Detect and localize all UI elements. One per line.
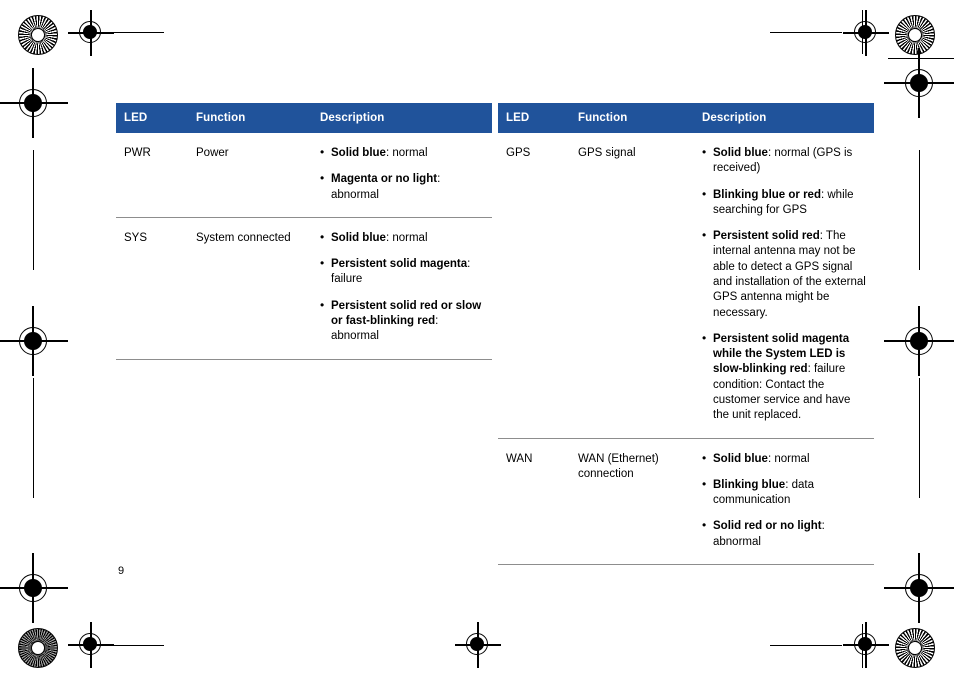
right-column: LED Function Description GPS GPS signal … xyxy=(498,103,874,565)
cell-led: WAN xyxy=(498,438,578,565)
fold-line-left-upper xyxy=(33,150,35,270)
page-number: 9 xyxy=(118,565,125,577)
trim-line-vert-bc xyxy=(477,624,479,668)
trim-line-top-right xyxy=(770,32,842,34)
registration-cross-right-bottom xyxy=(884,553,954,623)
list-item: Solid blue: normal xyxy=(320,230,486,246)
column-header-led: LED xyxy=(498,103,578,133)
list-item: Blinking blue: data communication xyxy=(702,477,868,509)
table-row: SYS System connected Solid blue: normal … xyxy=(116,217,492,360)
cell-led: GPS xyxy=(498,133,578,439)
item-term: Blinking blue xyxy=(713,478,786,491)
cell-description: Solid blue: normal (GPS is received) Bli… xyxy=(702,133,874,439)
registration-cross-left-top xyxy=(0,68,68,138)
registration-target-top-left xyxy=(18,15,58,55)
registration-cross-left-bottom xyxy=(0,553,68,623)
registration-target-bottom-right xyxy=(895,628,935,668)
table-row: WAN WAN (Ethernet) connection Solid blue… xyxy=(498,438,874,565)
cell-description: Solid blue: normal Magenta or no light: … xyxy=(320,133,492,218)
fold-line-left-lower xyxy=(33,378,35,498)
list-item: Persistent solid magenta: failure xyxy=(320,256,486,288)
fold-line-right-upper xyxy=(919,150,921,270)
column-header-led: LED xyxy=(116,103,196,133)
list-item: Solid blue: normal xyxy=(702,450,868,467)
table-header-right: LED Function Description xyxy=(498,103,874,133)
crop-mark-top-right xyxy=(843,10,889,56)
trim-line-vert-bl xyxy=(90,624,92,668)
description-list: Solid blue: normal Magenta or no light: … xyxy=(320,145,486,203)
item-term: Solid blue xyxy=(713,452,768,465)
trim-line-bottom-right xyxy=(770,645,842,647)
list-item: Solid red or no light: abnormal xyxy=(702,518,868,550)
list-item: Persistent solid red: The internal anten… xyxy=(702,228,868,321)
cell-led: SYS xyxy=(116,217,196,360)
table-header-row: LED Function Description xyxy=(116,103,492,133)
cell-function: Power xyxy=(196,133,320,218)
trim-line-vert-tr xyxy=(862,10,864,54)
column-header-function: Function xyxy=(578,103,702,133)
trim-line-bottom-left xyxy=(92,645,164,647)
led-status-table-left: LED Function Description PWR Power Solid… xyxy=(116,103,492,360)
item-detail: : normal xyxy=(385,231,428,244)
registration-cross-right-middle xyxy=(884,306,954,376)
item-detail: : The internal antenna may not be able t… xyxy=(713,230,866,319)
list-item: Persistent solid red or slow or fast-bli… xyxy=(320,298,486,345)
trim-line-right-top xyxy=(888,58,954,60)
list-item: Solid blue: normal xyxy=(320,145,486,161)
column-header-function: Function xyxy=(196,103,320,133)
list-item: Blinking blue or red: while searching fo… xyxy=(702,187,868,219)
cell-function: System connected xyxy=(196,217,320,360)
description-list: Solid blue: normal (GPS is received) Bli… xyxy=(702,145,868,424)
registration-target-bottom-left xyxy=(18,628,58,668)
item-term: Solid blue xyxy=(713,147,768,159)
printed-page: LED Function Description PWR Power Solid… xyxy=(0,0,954,682)
table-row: GPS GPS signal Solid blue: normal (GPS i… xyxy=(498,133,874,439)
cell-description: Solid blue: normal Blinking blue: data c… xyxy=(702,438,874,565)
fold-line-right-lower xyxy=(919,378,921,498)
list-item: Magenta or no light: abnormal xyxy=(320,171,486,203)
table-header-row: LED Function Description xyxy=(498,103,874,133)
registration-cross-left-middle xyxy=(0,306,68,376)
table-header-left: LED Function Description xyxy=(116,103,492,133)
item-term: Persistent solid magenta xyxy=(331,258,468,271)
led-status-table-right: LED Function Description GPS GPS signal … xyxy=(498,103,874,565)
column-header-description: Description xyxy=(320,103,492,133)
table-row: PWR Power Solid blue: normal Magenta or … xyxy=(116,133,492,218)
cell-description: Solid blue: normal Persistent solid mage… xyxy=(320,217,492,360)
cell-led: PWR xyxy=(116,133,196,218)
cell-function: WAN (Ethernet) connection xyxy=(578,438,702,565)
item-detail: : normal xyxy=(385,147,428,159)
item-term: Blinking blue or red xyxy=(713,188,821,201)
item-detail: : normal xyxy=(767,452,810,465)
item-term: Magenta or no light xyxy=(331,173,438,186)
description-list: Solid blue: normal Blinking blue: data c… xyxy=(702,450,868,550)
left-column: LED Function Description PWR Power Solid… xyxy=(116,103,492,360)
item-term: Solid blue xyxy=(331,147,386,159)
item-term: Solid red or no light xyxy=(713,520,822,533)
list-item: Solid blue: normal (GPS is received) xyxy=(702,145,868,177)
crop-mark-bottom-right xyxy=(843,622,889,668)
item-term: Persistent solid red or slow or fast-bli… xyxy=(331,299,482,327)
item-term: Persistent solid red xyxy=(713,230,820,243)
column-header-description: Description xyxy=(702,103,874,133)
item-term: Solid blue xyxy=(331,231,386,244)
table-body-right: GPS GPS signal Solid blue: normal (GPS i… xyxy=(498,133,874,565)
description-list: Solid blue: normal Persistent solid mage… xyxy=(320,230,486,345)
cell-function: GPS signal xyxy=(578,133,702,439)
trim-line-vert-br xyxy=(862,624,864,668)
table-body-left: PWR Power Solid blue: normal Magenta or … xyxy=(116,133,492,360)
list-item: Persistent solid magenta while the Syste… xyxy=(702,331,868,424)
trim-line-top-left xyxy=(92,32,164,34)
trim-line-vert-tl xyxy=(90,10,92,54)
